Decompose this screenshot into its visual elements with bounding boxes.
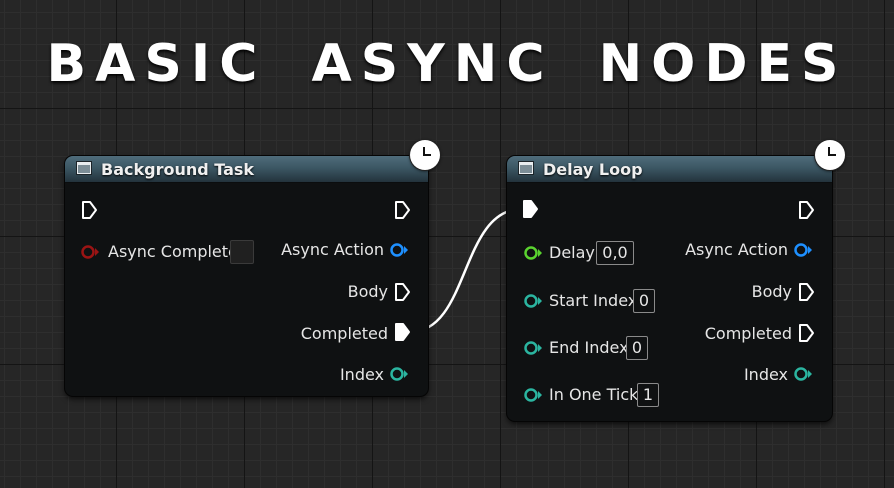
body-label: Body [347, 282, 388, 301]
async-action-label: Async Action [685, 240, 788, 259]
background-task-node[interactable]: Background Task Async Complete Async Act… [65, 156, 428, 396]
end-index-label: End Index [549, 338, 629, 357]
body-exec-pin[interactable] [394, 282, 412, 302]
body-label: Body [751, 282, 792, 301]
body-exec-pin[interactable] [798, 282, 816, 302]
async-action-pin[interactable] [389, 241, 409, 259]
function-icon [76, 161, 92, 175]
completed-label: Completed [704, 324, 792, 343]
index-label: Index [339, 365, 384, 384]
async-action-pin[interactable] [793, 241, 813, 259]
start-index-pin[interactable] [523, 292, 543, 310]
async-action-label: Async Action [281, 240, 384, 259]
delay-pin[interactable] [523, 244, 543, 262]
async-complete-pin[interactable] [80, 243, 100, 261]
completed-label: Completed [300, 324, 388, 343]
index-pin[interactable] [793, 365, 813, 383]
async-complete-checkbox[interactable] [230, 240, 254, 264]
exec-in-pin[interactable] [81, 200, 99, 220]
delay-label: Delay [549, 243, 595, 262]
delay-input[interactable]: 0,0 [596, 241, 634, 265]
async-complete-label: Async Complete [108, 242, 238, 261]
delay-loop-node[interactable]: Delay Loop Delay 0,0 Start Index 0 End I… [507, 156, 832, 421]
node-title: Background Task [101, 160, 255, 179]
start-index-label: Start Index [549, 291, 638, 310]
in-one-tick-label: In One Tick [549, 385, 639, 404]
end-index-input[interactable]: 0 [626, 336, 648, 360]
latent-clock-icon [410, 140, 440, 170]
node-header[interactable]: Delay Loop [507, 156, 832, 183]
exec-out-pin[interactable] [394, 200, 412, 220]
page-title: BASIC ASYNC NODES [46, 34, 848, 94]
completed-exec-pin[interactable] [394, 322, 412, 342]
in-one-tick-pin[interactable] [523, 386, 543, 404]
function-icon [518, 161, 534, 175]
latent-clock-icon [815, 140, 845, 170]
end-index-pin[interactable] [523, 339, 543, 357]
exec-out-pin[interactable] [798, 200, 816, 220]
completed-exec-pin[interactable] [798, 323, 816, 343]
index-pin[interactable] [389, 365, 409, 383]
in-one-tick-input[interactable]: 1 [637, 383, 659, 407]
node-header[interactable]: Background Task [65, 156, 428, 183]
exec-in-pin[interactable] [522, 199, 540, 219]
start-index-input[interactable]: 0 [633, 289, 655, 313]
index-label: Index [743, 365, 788, 384]
node-title: Delay Loop [543, 160, 643, 179]
